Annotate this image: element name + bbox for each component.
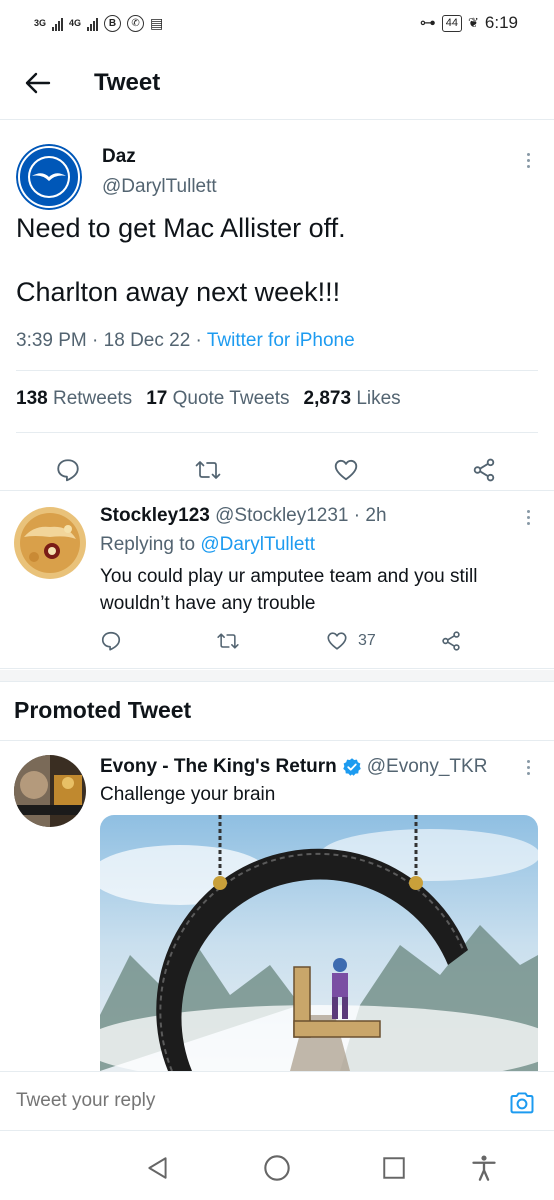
retweets-stat[interactable]: 138 Retweets (16, 388, 132, 410)
share-icon (442, 631, 460, 651)
reply-header: Stockley123 @Stockley1231 · 2h (100, 505, 387, 526)
likes-stat[interactable]: 2,873 Likes (304, 388, 401, 410)
quote-tweets-stat[interactable]: 17 Quote Tweets (146, 388, 289, 410)
whatsapp-icon: ✆ (127, 14, 145, 32)
main-tweet-header: Daz @DarylTullett (16, 138, 538, 210)
share-button[interactable] (470, 456, 498, 484)
key-icon: ⊶ (419, 15, 436, 32)
signal-icon-2 (87, 15, 99, 31)
ad-more-options-button[interactable] (518, 755, 538, 779)
arrow-left-icon (25, 72, 51, 93)
dot-icon (526, 158, 530, 162)
tweet-source-link[interactable]: Twitter for iPhone (207, 330, 355, 351)
heart-icon (334, 459, 358, 481)
square-recents-icon (383, 1157, 405, 1179)
replying-to-link[interactable]: @DarylTullett (200, 534, 315, 555)
tweet-text: Need to get Mac Allister off. Charlton a… (16, 213, 346, 307)
clock: 6:19 (484, 13, 518, 32)
signal-icon (52, 15, 64, 31)
reply-reply-button[interactable] (100, 629, 122, 653)
avatar[interactable] (14, 755, 86, 827)
reply-like-button[interactable]: 37 (326, 629, 376, 653)
evony-logo-icon (14, 755, 86, 827)
reply-text: You could play ur amputee team and you s… (100, 566, 478, 614)
reply-retweet-button[interactable] (216, 629, 240, 653)
page-title: Tweet (94, 68, 161, 96)
dot-icon (526, 509, 530, 513)
network-type-1: 3G (34, 17, 47, 28)
share-icon (473, 458, 495, 482)
network-type-2: 4G (69, 17, 82, 28)
dot-icon (526, 515, 530, 519)
status-right: ⊶ 44 ❦ 6:19 (420, 13, 518, 33)
section-separator (0, 670, 554, 682)
tweet-meta: 3:39 PM · 18 Dec 22 · Twitter for iPhone (16, 330, 355, 351)
divider (16, 370, 538, 371)
replying-to: Replying to @DarylTullett (100, 534, 316, 555)
retweet-icon (217, 633, 239, 649)
dot-icon (526, 765, 530, 769)
nav-home-button[interactable] (263, 1154, 291, 1182)
dot-icon (526, 164, 530, 168)
comment-icon (57, 459, 79, 482)
reply-button[interactable] (54, 456, 82, 484)
divider (16, 432, 538, 433)
reply-author-name[interactable]: Stockley123 (100, 505, 210, 526)
reply-tweet[interactable]: Stockley123 @Stockley1231 · 2h Replying … (0, 491, 554, 669)
ad-header: Evony - The King's Return @Evony_TKR (100, 756, 487, 778)
reply-composer (0, 1071, 554, 1131)
ad-text: Challenge your brain (100, 784, 276, 805)
message-icon: ▤ (150, 14, 164, 31)
reply-like-count: 37 (358, 632, 376, 649)
nav-recents-button[interactable] (380, 1154, 408, 1182)
tweet-time: 3:39 PM (16, 330, 87, 351)
dot-icon (526, 771, 530, 775)
status-left: 3G 4G B ✆ ▤ (34, 14, 164, 32)
reply-actions: 37 (0, 629, 554, 655)
tweet-date: 18 Dec 22 (103, 330, 191, 351)
avatar[interactable] (16, 144, 82, 210)
more-options-button[interactable] (518, 148, 538, 172)
nav-accessibility-button[interactable] (470, 1154, 498, 1182)
verified-badge-icon (343, 758, 361, 776)
status-bar: 3G 4G B ✆ ▤ ⊶ 44 ❦ 6:19 (0, 0, 554, 46)
promoted-title: Promoted Tweet (14, 697, 192, 723)
camera-button[interactable] (508, 1089, 536, 1117)
promoted-tweet[interactable]: Evony - The King's Return @Evony_TKR Cha… (0, 741, 554, 1071)
reply-more-options-button[interactable] (518, 505, 538, 529)
reply-author-handle[interactable]: @Stockley1231 (215, 505, 348, 526)
ad-author-handle[interactable]: @Evony_TKR (367, 756, 488, 778)
app-header: Tweet (0, 46, 554, 120)
triangle-back-icon (148, 1157, 167, 1179)
pie-photo-icon (14, 507, 86, 579)
camera-icon (510, 1092, 534, 1114)
reply-time: 2h (365, 505, 387, 526)
accessibility-icon (472, 1155, 496, 1181)
ad-media-image[interactable] (100, 815, 538, 1071)
author-name[interactable]: Daz (102, 146, 136, 168)
retweet-button[interactable] (194, 456, 222, 484)
heart-icon (327, 632, 347, 650)
retweet-icon (195, 461, 221, 479)
back-button[interactable] (20, 65, 56, 101)
leaf-icon: ❦ (468, 15, 479, 30)
dot-icon (526, 521, 530, 525)
like-button[interactable] (332, 456, 360, 484)
avatar[interactable] (14, 507, 86, 579)
circle-home-icon (264, 1155, 290, 1181)
system-nav-bar (0, 1132, 554, 1200)
brighton-crest-icon (16, 144, 82, 210)
puzzle-game-illustration (100, 815, 538, 1071)
ad-author-name[interactable]: Evony - The King's Return (100, 756, 337, 778)
notification-b-icon: B (104, 14, 122, 32)
tweet-stats: 138 Retweets 17 Quote Tweets 2,873 Likes (16, 388, 401, 410)
nav-back-button[interactable] (144, 1154, 172, 1182)
reply-input[interactable] (16, 1090, 456, 1112)
comment-icon (101, 631, 121, 651)
author-handle[interactable]: @DarylTullett (102, 176, 217, 198)
reply-share-button[interactable] (440, 629, 462, 653)
dot-icon (526, 759, 530, 763)
battery-icon: 44 (441, 14, 462, 32)
dot-icon (526, 152, 530, 156)
